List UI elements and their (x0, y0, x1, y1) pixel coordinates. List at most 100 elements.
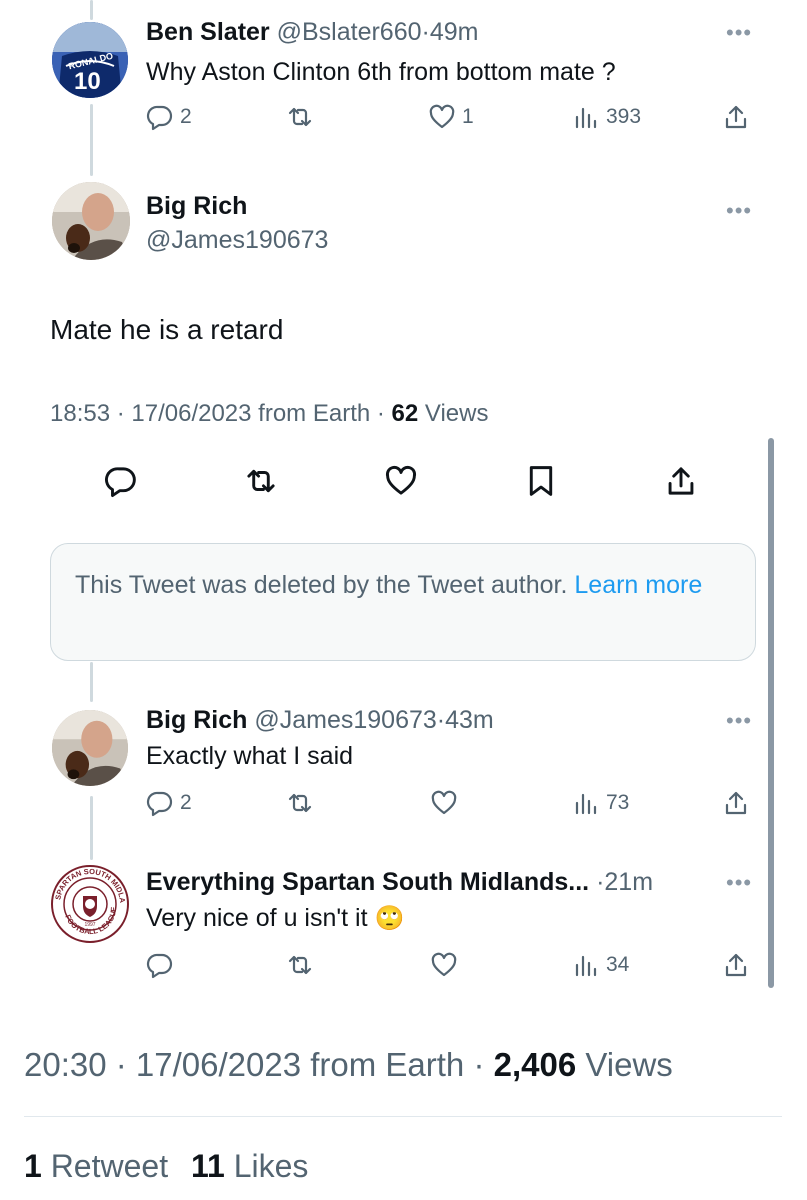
reply-count: 2 (180, 105, 192, 128)
avatar-spartan-logo[interactable]: SPARTAN SOUTH MIDLANDS FOOTBALL LEAGUE 1… (50, 864, 130, 944)
thread-line-1 (90, 104, 93, 176)
retweet-button[interactable] (244, 464, 278, 498)
reply-icon (146, 953, 173, 979)
reply-icon (146, 791, 173, 817)
thread-line-2 (90, 662, 93, 702)
meta-time[interactable]: 20:30 · 17/06/2023 from Earth · (24, 1046, 494, 1083)
share-icon (725, 791, 747, 815)
thread-line-top (90, 0, 93, 20)
views-label: Views (418, 400, 489, 427)
more-icon[interactable]: ••• (726, 708, 752, 734)
more-icon[interactable]: ••• (726, 870, 752, 896)
views-icon (575, 955, 597, 977)
avatar-number: 10 (74, 68, 101, 95)
share-button[interactable] (722, 951, 750, 979)
reply-button[interactable] (104, 464, 138, 498)
views-count: 62 (391, 400, 419, 427)
deleted-notice-text: This Tweet was deleted by the Tweet auth… (75, 568, 725, 602)
views-icon (575, 107, 597, 129)
like-icon (431, 952, 457, 977)
likes-label: Likes (224, 1148, 309, 1184)
views-button[interactable]: 34 (572, 951, 629, 979)
like-count: 1 (462, 105, 474, 128)
share-icon (725, 953, 747, 977)
likes-link[interactable]: 11 Likes (191, 1148, 308, 1184)
retweet-icon (288, 955, 312, 975)
retweet-button[interactable] (286, 789, 314, 817)
handle[interactable]: @James190673 (146, 226, 328, 255)
retweet-button[interactable] (286, 103, 314, 131)
tweet-text: Exactly what I said (146, 742, 354, 770)
view-count: 34 (606, 953, 630, 976)
tweet-text-body: Very nice of u isn't it (146, 904, 368, 932)
more-icon[interactable]: ••• (726, 20, 752, 46)
divider (24, 1116, 782, 1117)
share-button[interactable] (664, 464, 698, 498)
like-icon (431, 790, 457, 815)
like-button[interactable] (384, 464, 418, 498)
tweet-text: Mate he is a retard (50, 314, 284, 345)
engagement-stats: 1 Retweet 11 Likes (24, 1148, 308, 1185)
reply-button[interactable]: 2 (146, 103, 192, 131)
tweet-meta: 18:53 · 17/06/2023 from Earth · 62 Views (50, 400, 489, 428)
display-name[interactable]: Big Rich (146, 706, 247, 734)
like-icon (429, 104, 455, 129)
display-name[interactable]: Ben Slater (146, 18, 270, 46)
like-icon (385, 465, 417, 495)
reply-button[interactable] (146, 951, 174, 979)
retweet-count: 1 (24, 1148, 42, 1184)
avatar-big-rich[interactable] (52, 710, 128, 786)
handle[interactable]: @James190673 (254, 706, 436, 734)
views-button[interactable]: 393 (572, 103, 641, 131)
retweet-icon (288, 793, 312, 813)
more-icon[interactable]: ••• (726, 198, 752, 224)
share-icon (725, 105, 747, 129)
handle[interactable]: @Bslater660 (277, 18, 422, 46)
views-label: Views (576, 1046, 673, 1083)
reply-icon (105, 467, 136, 498)
bookmark-icon (529, 466, 553, 496)
league-crest-logo-icon: SPARTAN SOUTH MIDLANDS FOOTBALL LEAGUE 1… (50, 864, 129, 943)
timestamp[interactable]: 49m (430, 18, 479, 46)
person-with-dog-avatar-icon (52, 182, 130, 260)
bookmark-button[interactable] (524, 464, 558, 498)
like-button[interactable]: 1 (428, 103, 474, 131)
likes-count: 11 (190, 1148, 225, 1184)
timestamp[interactable]: 21m (604, 868, 653, 896)
share-button[interactable] (722, 103, 750, 131)
avatar-big-rich[interactable] (52, 182, 130, 260)
reply-icon (146, 105, 173, 131)
tweet-text: Very nice of u isn't it 🙄 (146, 904, 404, 933)
outer-tweet-meta: 20:30 · 17/06/2023 from Earth · 2,406 Vi… (24, 1046, 673, 1084)
tweet-header: Ben Slater @Bslater660·49m (146, 18, 479, 47)
separator: · (436, 706, 446, 734)
person-with-dog-avatar-icon (52, 710, 128, 786)
display-name[interactable]: Everything Spartan South Midlands... (146, 868, 589, 896)
reply-button[interactable]: 2 (146, 789, 192, 817)
share-button[interactable] (722, 789, 750, 817)
retweet-button[interactable] (286, 951, 314, 979)
display-name[interactable]: Big Rich (146, 192, 247, 221)
retweet-icon (247, 469, 275, 493)
tweet-header: Everything Spartan South Midlands... ·21… (146, 868, 653, 897)
scrollbar[interactable] (768, 438, 774, 988)
logo-year: 1997 (84, 922, 95, 928)
retweets-link[interactable]: 1 Retweet (24, 1148, 168, 1184)
timestamp[interactable]: 43m (445, 706, 494, 734)
learn-more-link[interactable]: Learn more (574, 571, 702, 599)
share-icon (668, 467, 694, 495)
avatar-ben-slater[interactable]: RONALDO 10 (52, 22, 128, 98)
deleted-message: This Tweet was deleted by the Tweet auth… (75, 571, 575, 599)
reply-count: 2 (180, 791, 192, 814)
thread-line-3 (90, 796, 93, 860)
tweet-text: Why Aston Clinton 6th from bottom mate ? (146, 58, 616, 86)
deleted-tweet-notice: This Tweet was deleted by the Tweet auth… (50, 543, 756, 661)
view-count: 73 (606, 791, 630, 814)
like-button[interactable] (430, 951, 458, 979)
tweet-header: Big Rich @James190673·43m (146, 706, 494, 735)
retweet-icon (288, 107, 312, 127)
meta-time[interactable]: 18:53 · 17/06/2023 from Earth · (50, 400, 392, 427)
like-button[interactable] (430, 789, 458, 817)
views-button[interactable]: 73 (572, 789, 629, 817)
views-icon (575, 793, 597, 815)
